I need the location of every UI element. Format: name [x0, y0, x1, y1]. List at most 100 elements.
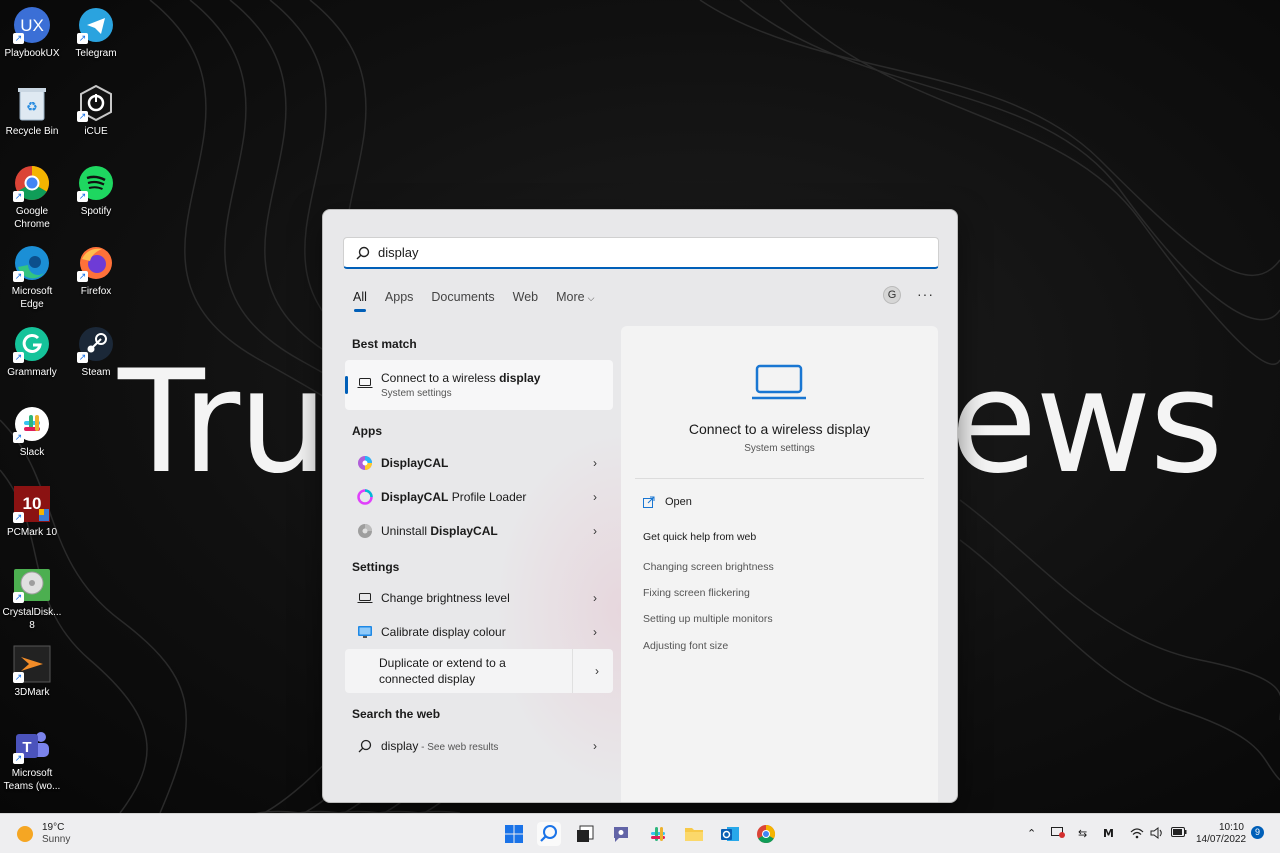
- desktop-icon-label: Steam: [81, 367, 111, 378]
- displaycal-icon: [357, 455, 373, 471]
- tab-web[interactable]: Web: [513, 290, 538, 312]
- desktop-icon-icue[interactable]: ↗ iCUE: [65, 84, 127, 138]
- weather-widget[interactable]: 19°C Sunny: [17, 822, 70, 846]
- web-search-label: display - See web results: [381, 739, 499, 753]
- help-link[interactable]: Changing screen brightness: [643, 561, 774, 573]
- app-result-displaycal-profile-loader[interactable]: DisplayCAL Profile Loader ›: [345, 480, 613, 514]
- notification-count-badge[interactable]: 9: [1251, 826, 1264, 839]
- taskbar-outlook[interactable]: [718, 822, 742, 846]
- setting-result-label: Calibrate display colour: [381, 625, 506, 639]
- taskbar: 19°C Sunny ⌃ ⇆ Ⅿ 10:10 14/07/2022 9: [0, 813, 1280, 853]
- desktop-icon-firefox[interactable]: ↗ Firefox: [65, 244, 127, 298]
- search-box[interactable]: [343, 237, 939, 269]
- taskbar-slack[interactable]: [646, 822, 670, 846]
- desktop-icon-label: Grammarly: [7, 367, 57, 378]
- tab-documents[interactable]: Documents: [431, 290, 494, 312]
- desktop-icon-label: Spotify: [80, 206, 112, 217]
- crystaldisk-icon: ↗: [13, 565, 51, 603]
- desktop-icon-recycle-bin[interactable]: ♻ Recycle Bin: [1, 84, 63, 138]
- chevron-right-icon: ›: [593, 456, 597, 470]
- desktop-icon-pcmark[interactable]: 10 ↗ PCMark 10: [1, 485, 63, 539]
- task-view-icon: [577, 825, 594, 842]
- chevron-right-icon: ›: [593, 591, 597, 605]
- start-button[interactable]: [502, 822, 526, 846]
- battery-icon[interactable]: [1171, 827, 1187, 840]
- desktop-icon-chrome[interactable]: ↗ Google Chrome: [1, 164, 63, 231]
- slack-icon: ↗: [13, 405, 51, 443]
- open-action[interactable]: Open: [643, 496, 692, 508]
- laptop-icon: [357, 375, 373, 396]
- desktop-icon-crystaldisk[interactable]: ↗ CrystalDisk... 8: [1, 565, 63, 632]
- setting-result-calibrate-colour[interactable]: Calibrate display colour ›: [345, 615, 613, 649]
- icue-icon: ↗: [77, 84, 115, 122]
- desktop-icon-label: Firefox: [80, 286, 112, 297]
- meter-tray-icon[interactable]: Ⅿ: [1103, 827, 1114, 840]
- help-link[interactable]: Adjusting font size: [643, 640, 728, 652]
- show-hidden-icons-chevron-up-icon[interactable]: ⌃: [1027, 827, 1036, 840]
- shortcut-arrow-icon: ↗: [77, 111, 88, 122]
- best-match-title: Connect to a wireless display: [381, 371, 541, 385]
- shortcut-arrow-icon: ↗: [77, 352, 88, 363]
- pcmark-mark: 10: [23, 494, 42, 513]
- help-link[interactable]: Fixing screen flickering: [643, 587, 750, 599]
- app-result-displaycal[interactable]: DisplayCAL ›: [345, 446, 613, 480]
- preview-divider: [635, 478, 924, 479]
- more-options-button[interactable]: ···: [917, 286, 934, 302]
- system-clock[interactable]: 10:10 14/07/2022: [1196, 822, 1246, 846]
- tab-apps[interactable]: Apps: [385, 290, 414, 312]
- section-header-best-match: Best match: [352, 337, 417, 351]
- volume-icon[interactable]: [1150, 827, 1164, 842]
- desktop-icon-label: Microsoft Edge: [11, 286, 53, 310]
- taskbar-search-button[interactable]: [537, 822, 561, 846]
- desktop-icon-playbookux[interactable]: UX ↗ PlaybookUX: [1, 6, 63, 60]
- playbookux-mark: UX: [20, 16, 44, 35]
- network-adapter-tray-icon[interactable]: ⇆: [1078, 827, 1087, 840]
- best-match-result[interactable]: Connect to a wireless display System set…: [345, 360, 613, 410]
- weather-temperature: 19°C: [42, 822, 65, 833]
- section-header-apps: Apps: [352, 424, 382, 438]
- chevron-right-icon: ›: [593, 524, 597, 538]
- task-view-button[interactable]: [573, 822, 597, 846]
- desktop-icon-label: CrystalDisk... 8: [2, 607, 62, 631]
- taskbar-chat[interactable]: [609, 822, 633, 846]
- user-account-button[interactable]: G: [883, 286, 901, 304]
- desktop-icon-slack[interactable]: ↗ Slack: [1, 405, 63, 459]
- setting-result-change-brightness[interactable]: Change brightness level ›: [345, 581, 613, 615]
- desktop-icon-label: Recycle Bin: [5, 126, 59, 137]
- desktop-icon-steam[interactable]: ↗ Steam: [65, 325, 127, 379]
- desktop-icon-label: Google Chrome: [14, 206, 50, 230]
- wifi-icon[interactable]: [1130, 827, 1144, 842]
- teams-icon: T ↗: [13, 726, 51, 764]
- shortcut-arrow-icon: ↗: [13, 592, 24, 603]
- taskbar-chrome[interactable]: [754, 822, 778, 846]
- 3dmark-icon: ↗: [13, 645, 51, 683]
- search-tabs: All Apps Documents Web More ⌵: [353, 290, 612, 312]
- desktop-icon-edge[interactable]: ↗ Microsoft Edge: [1, 244, 63, 311]
- taskbar-file-explorer[interactable]: [682, 822, 706, 846]
- chevron-right-icon: ›: [593, 739, 597, 753]
- app-result-uninstall-displaycal[interactable]: Uninstall DisplayCAL ›: [345, 514, 613, 548]
- search-input[interactable]: [378, 245, 918, 260]
- desktop-icon-telegram[interactable]: ↗ Telegram: [65, 6, 127, 60]
- search-icon: [356, 246, 370, 259]
- shortcut-arrow-icon: ↗: [13, 753, 24, 764]
- desktop-icon-3dmark[interactable]: ↗ 3DMark: [1, 645, 63, 699]
- tab-more[interactable]: More ⌵: [556, 290, 594, 312]
- monitor-calibrate-icon: [357, 624, 373, 640]
- web-search-result[interactable]: display - See web results ›: [345, 729, 613, 763]
- desktop-icon-label: Slack: [19, 447, 45, 458]
- tab-all[interactable]: All: [353, 290, 367, 312]
- desktop-icon-teams[interactable]: T ↗ Microsoft Teams (wo...: [1, 726, 63, 793]
- shortcut-arrow-icon: ↗: [13, 33, 24, 44]
- setting-result-label: Change brightness level: [381, 591, 510, 605]
- help-link[interactable]: Setting up multiple monitors: [643, 613, 773, 625]
- antivirus-tray-icon[interactable]: [1051, 827, 1065, 842]
- sun-icon: [17, 826, 33, 842]
- desktop-icon-label: Telegram: [75, 48, 117, 59]
- desktop-icon-grammarly[interactable]: ↗ Grammarly: [1, 325, 63, 379]
- chevron-right-icon[interactable]: ›: [595, 663, 599, 679]
- desktop-icon-label: iCUE: [84, 126, 108, 137]
- grammarly-icon: ↗: [13, 325, 51, 363]
- desktop-icon-spotify[interactable]: ↗ Spotify: [65, 164, 127, 218]
- setting-result-duplicate-extend[interactable]: Duplicate or extend to a connected displa…: [345, 649, 613, 693]
